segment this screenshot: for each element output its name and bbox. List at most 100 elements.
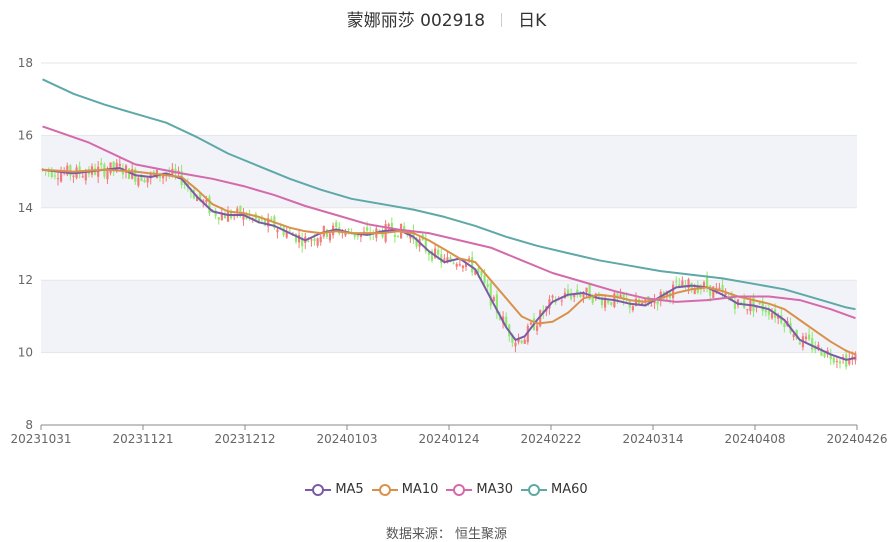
candle-body [226, 211, 230, 222]
candle-body [591, 297, 594, 304]
x-tick-label: 20231121 [112, 432, 173, 446]
legend-label: MA30 [476, 482, 514, 497]
grid-band [41, 280, 857, 353]
candle-body [582, 294, 585, 297]
candle-body [804, 336, 808, 339]
legend-label: MA10 [401, 482, 439, 497]
candle-body [307, 241, 310, 243]
candle-body [60, 172, 63, 182]
candle-body [455, 264, 458, 267]
candle-body [335, 222, 338, 228]
candle-body [752, 296, 755, 312]
candle-body [835, 361, 838, 363]
legend-item-ma10[interactable]: MA10 [371, 482, 439, 497]
candle-body [81, 176, 84, 178]
x-tick-label: 20231031 [10, 432, 71, 446]
candle-body [675, 281, 678, 283]
legend-label: MA60 [551, 482, 588, 497]
candle-body [313, 238, 316, 242]
candle-body [607, 300, 610, 304]
legend-item-ma60[interactable]: MA60 [521, 482, 588, 497]
x-tick-label: 20240222 [520, 432, 581, 446]
legend-label: MA5 [335, 482, 364, 497]
candle-body [770, 313, 774, 319]
candle-body [53, 175, 56, 177]
candle-body [328, 233, 332, 241]
candle-body [443, 258, 446, 260]
candle-body [811, 338, 814, 350]
candle-body [758, 303, 761, 305]
grid-band [41, 135, 857, 208]
legend-marker-icon [305, 483, 332, 496]
candle-body [452, 262, 455, 264]
candle-body [72, 175, 75, 177]
chart-legend: MA5 MA10 MA30 MA60 [0, 482, 893, 501]
candle-body [236, 208, 239, 212]
candle-body [97, 166, 100, 177]
candle-body [551, 295, 554, 298]
candle-body [798, 342, 801, 345]
x-tick-label: 20240103 [316, 432, 377, 446]
legend-marker-icon [521, 483, 548, 496]
y-tick-label: 16 [18, 128, 33, 142]
candle-body [529, 322, 532, 325]
y-tick-label: 14 [18, 201, 33, 215]
candle-body [319, 236, 322, 243]
candle-body [461, 265, 464, 269]
x-tick-label: 20231212 [214, 432, 275, 446]
candle-body [100, 162, 103, 165]
candle-body [486, 284, 489, 288]
candle-body [347, 229, 350, 231]
candle-body [650, 305, 653, 307]
candle-body [208, 196, 211, 214]
candlestick-chart: 8 10 12 14 16 18 20231031 20231121 20231212 20240… [10, 56, 887, 446]
candle-body [483, 274, 486, 284]
candle-body [610, 301, 613, 305]
legend-marker-icon [371, 483, 398, 496]
candle-body [118, 163, 121, 167]
x-tick-label: 20240314 [622, 432, 683, 446]
candle-body [109, 162, 112, 174]
candle-body [217, 217, 220, 220]
candle-body [143, 180, 146, 183]
candle-body [288, 230, 291, 232]
x-tick-label: 20240408 [724, 432, 785, 446]
candle-body [792, 334, 795, 337]
candle-body [783, 323, 786, 328]
x-tick-label: 20240426 [826, 432, 887, 446]
candle-body [808, 334, 811, 340]
candle-body [393, 235, 396, 237]
candle-body [310, 239, 313, 241]
candle-body [128, 168, 131, 180]
candle-body [276, 229, 279, 233]
candle-body [270, 218, 273, 220]
y-tick-label: 18 [18, 56, 33, 70]
candle-body [366, 227, 369, 231]
candle-body [746, 309, 749, 311]
candle-body [838, 361, 842, 364]
candle-body [520, 340, 523, 343]
candle-body [396, 235, 400, 237]
candle-body [672, 284, 675, 299]
candle-body [316, 238, 319, 246]
y-tick-label: 8 [25, 418, 33, 432]
y-tick-label: 10 [18, 346, 33, 360]
candle-body [437, 249, 440, 255]
legend-item-ma5[interactable]: MA5 [305, 482, 364, 497]
candle-body [514, 342, 517, 347]
candle-body [585, 287, 588, 293]
candle-body [631, 306, 634, 311]
candle-body [56, 178, 60, 180]
candle-body [718, 287, 721, 290]
candle-body [471, 257, 474, 273]
candle-body [536, 325, 539, 331]
candle-body [492, 297, 495, 302]
candle-body [560, 300, 563, 302]
data-source: 数据来源： 恒生聚源 [385, 527, 508, 542]
legend-marker-icon [446, 483, 473, 496]
x-tick-label: 20240124 [418, 432, 479, 446]
legend-item-ma30[interactable]: MA30 [446, 482, 513, 497]
candle-body [137, 177, 140, 186]
candle-body [162, 175, 165, 179]
candle-body [523, 339, 526, 344]
